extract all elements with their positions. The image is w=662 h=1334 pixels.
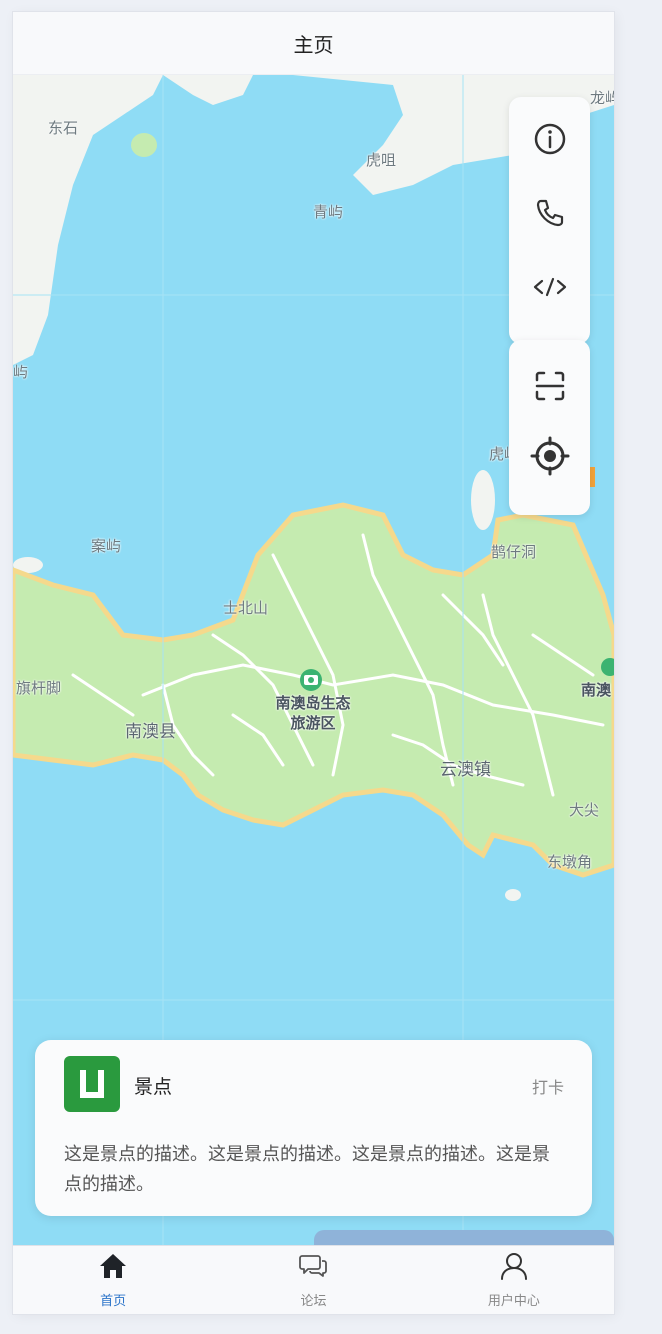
code-icon [533,277,566,297]
phone-button[interactable] [526,189,574,237]
spot-title: 景点 [134,1076,173,1098]
spot-card[interactable]: 景点 打卡 这是景点的描述。这是景点的描述。这是景点的描述。这是景点的描述。 [35,1040,592,1216]
map-label-yu: 屿 [13,363,29,381]
tab-user-center-label: 用户中心 [487,1294,540,1309]
map-label-qiganjiao: 旗杆脚 [16,679,62,697]
map-label-queizaidong: 鹊仔洞 [491,543,537,561]
map-label-nanao-right: 南澳 [581,681,612,699]
map-label-anyu: 案屿 [91,537,122,555]
map-label-poi: 南澳岛生态 旅游区 [268,693,358,733]
map-label-long: 龙屿 [590,89,614,107]
tab-bar: 首页 论坛 用户中心 [13,1245,614,1314]
scan-button[interactable] [526,362,574,410]
spot-description: 这是景点的描述。这是景点的描述。这是景点的描述。这是景点的描述。 [64,1144,550,1195]
scan-icon [535,371,564,401]
map-label-dongshi: 东石 [48,119,79,137]
map-label-nanaoxian: 南澳县 [125,722,176,742]
home-icon [97,1250,129,1282]
map-label-huju: 虎咀 [366,151,397,169]
nav-bar: 主页 [13,12,614,75]
map-label-poi-text: 南澳岛生态 旅游区 [275,694,351,732]
map-toolbar-top [509,97,590,344]
chat-icon [297,1250,329,1282]
map-toolbar-bottom [509,340,590,515]
locate-button[interactable] [526,432,574,480]
map-label-shibeishan: 士北山 [223,599,269,617]
tab-forum-label: 论坛 [300,1294,327,1309]
map-label-dongdunjiao: 东墩角 [547,853,593,871]
spot-logo [64,1056,120,1112]
tab-forum[interactable]: 论坛 [213,1246,413,1314]
locate-icon [530,436,569,476]
info-button[interactable] [526,115,574,163]
user-icon [498,1250,530,1282]
map-label-yunaozhen: 云澳镇 [440,760,491,780]
phone-frame: 主页 东石 虎咀 青屿 龙屿 屿 虎屿 案屿 士北山 鹊仔洞 旗杆脚 南澳县 南… [13,12,614,1314]
u-logo-icon [80,1070,104,1098]
tab-user-center[interactable]: 用户中心 [414,1246,614,1314]
tab-home-label: 首页 [100,1294,127,1309]
page-title: 主页 [293,32,334,57]
map-label-qingyu: 青屿 [313,203,344,221]
checkin-button[interactable]: 打卡 [532,1074,564,1098]
tab-home[interactable]: 首页 [13,1246,213,1314]
code-button[interactable] [526,263,574,311]
phone-icon [536,199,563,227]
map-label-dajian: 大尖 [569,801,600,819]
info-icon [534,123,565,155]
